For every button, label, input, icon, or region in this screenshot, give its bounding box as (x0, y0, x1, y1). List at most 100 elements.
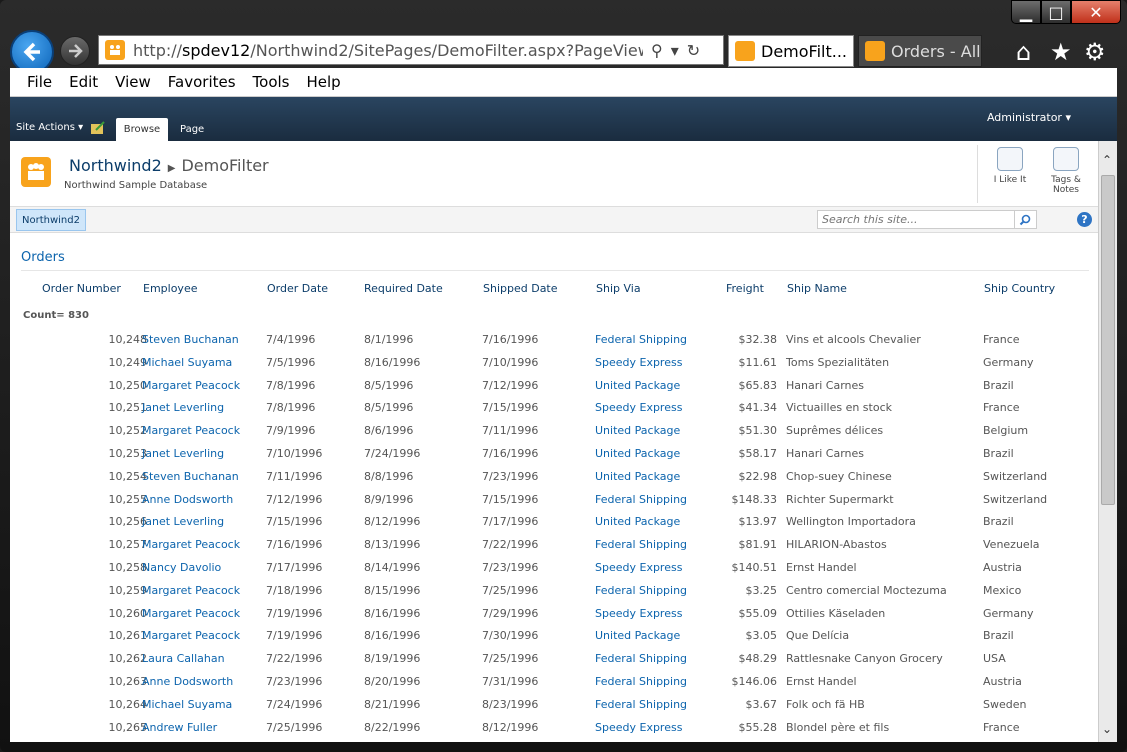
table-row[interactable]: 10,248 Steven Buchanan 7/4/1996 8/1/1996 7/1… (10, 333, 1098, 355)
table-row[interactable]: 10,255 Anne Dodsworth 7/12/1996 8/9/1996 7/1… (10, 493, 1098, 515)
table-row[interactable]: 10,261 Margaret Peacock 7/19/1996 8/16/1996… (10, 629, 1098, 651)
table-row[interactable]: 10,259 Margaret Peacock 7/18/1996 8/15/1996… (10, 584, 1098, 606)
table-row[interactable]: 10,263 Anne Dodsworth 7/23/1996 8/20/1996 7/… (10, 675, 1098, 697)
tags-notes-button[interactable]: Tags & Notes (1036, 147, 1096, 195)
menu-edit[interactable]: Edit (69, 73, 98, 91)
cell-ship-via[interactable]: United Package (595, 515, 680, 528)
search-icon[interactable]: ⚲ (651, 41, 663, 60)
user-menu[interactable]: Administrator ▾ (987, 111, 1071, 124)
i-like-it-button[interactable]: I Like It (980, 147, 1040, 185)
table-row[interactable]: 10,265 Andrew Fuller 7/25/1996 8/22/1996 8/1… (10, 721, 1098, 742)
cell-ship-via[interactable]: Federal Shipping (595, 538, 687, 551)
scroll-up-icon[interactable]: ⌃ (1102, 153, 1112, 167)
table-row[interactable]: 10,251 Janet Leverling 7/8/1996 8/5/1996 7/1… (10, 401, 1098, 423)
breadcrumb-site[interactable]: Northwind2 (69, 156, 162, 175)
cell-ship-via[interactable]: Speedy Express (595, 561, 682, 574)
table-row[interactable]: 10,260 Margaret Peacock 7/19/1996 8/16/1996… (10, 607, 1098, 629)
cell-employee[interactable]: Michael Suyama (142, 356, 232, 369)
table-row[interactable]: 10,256 Janet Leverling 7/15/1996 8/12/1996 7… (10, 515, 1098, 537)
address-url[interactable]: http://spdev12/Northwind2/SitePages/Demo… (133, 41, 643, 60)
table-row[interactable]: 10,253 Janet Leverling 7/10/1996 7/24/1996 7… (10, 447, 1098, 469)
cell-employee[interactable]: Margaret Peacock (142, 629, 240, 642)
menu-view[interactable]: View (115, 73, 151, 91)
cell-employee[interactable]: Margaret Peacock (142, 607, 240, 620)
refresh-icon[interactable]: ↻ (687, 41, 700, 60)
table-row[interactable]: 10,249 Michael Suyama 7/5/1996 8/16/1996 7/1… (10, 356, 1098, 378)
cell-employee[interactable]: Michael Suyama (142, 698, 232, 711)
cell-ship-via[interactable]: Federal Shipping (595, 493, 687, 506)
column-header-ship-name[interactable]: Ship Name (787, 282, 847, 295)
search-input[interactable] (818, 213, 1014, 226)
cell-employee[interactable]: Janet Leverling (142, 447, 224, 460)
cell-employee[interactable]: Anne Dodsworth (142, 675, 233, 688)
scroll-down-icon[interactable]: ⌄ (1102, 722, 1112, 736)
cell-ship-via[interactable]: Federal Shipping (595, 698, 687, 711)
tab-browse[interactable]: Browse (116, 118, 168, 141)
menu-file[interactable]: File (27, 73, 52, 91)
column-header-order-number[interactable]: Order Number (42, 282, 121, 295)
cell-ship-via[interactable]: Speedy Express (595, 607, 682, 620)
cell-ship-via[interactable]: United Package (595, 629, 680, 642)
minimize-button[interactable]: ▁ (1011, 0, 1041, 24)
table-row[interactable]: 10,262 Laura Callahan 7/22/1996 8/19/1996 7/… (10, 652, 1098, 674)
table-row[interactable]: 10,254 Steven Buchanan 7/11/1996 8/8/1996 7/… (10, 470, 1098, 492)
cell-ship-via[interactable]: United Package (595, 424, 680, 437)
list-title[interactable]: Orders (21, 250, 65, 265)
table-row[interactable]: 10,264 Michael Suyama 7/24/1996 8/21/1996 8/… (10, 698, 1098, 720)
help-icon[interactable]: ? (1077, 212, 1092, 227)
cell-ship-via[interactable]: United Package (595, 379, 680, 392)
forward-button[interactable] (60, 36, 90, 66)
column-header-employee[interactable]: Employee (143, 282, 197, 295)
cell-ship-via[interactable]: Federal Shipping (595, 333, 687, 346)
site-actions-menu[interactable]: Site Actions ▾ (16, 122, 83, 133)
menu-tools[interactable]: Tools (253, 73, 290, 91)
cell-employee[interactable]: Steven Buchanan (142, 333, 239, 346)
address-bar[interactable]: http://spdev12/Northwind2/SitePages/Demo… (98, 35, 724, 65)
cell-ship-via[interactable]: Speedy Express (595, 721, 682, 734)
cell-ship-via[interactable]: Federal Shipping (595, 584, 687, 597)
cell-ship-via[interactable]: Federal Shipping (595, 675, 687, 688)
tab-orders[interactable]: Orders - All ... (858, 35, 982, 67)
table-row[interactable]: 10,250 Margaret Peacock 7/8/1996 8/5/1996 7/… (10, 379, 1098, 401)
column-header-order-date[interactable]: Order Date (267, 282, 328, 295)
cell-employee[interactable]: Janet Leverling (142, 401, 224, 414)
cell-ship-via[interactable]: Federal Shipping (595, 652, 687, 665)
vertical-scrollbar[interactable]: ⌃ ⌄ (1098, 141, 1117, 742)
edit-page-icon[interactable] (90, 121, 106, 135)
gear-icon[interactable]: ⚙ (1084, 38, 1106, 66)
cell-employee[interactable]: Steven Buchanan (142, 470, 239, 483)
cell-employee[interactable]: Margaret Peacock (142, 584, 240, 597)
cell-ship-via[interactable]: United Package (595, 447, 680, 460)
table-row[interactable]: 10,258 Nancy Davolio 7/17/1996 8/14/1996 7/2… (10, 561, 1098, 583)
cell-ship-via[interactable]: United Package (595, 470, 680, 483)
table-row[interactable]: 10,257 Margaret Peacock 7/16/1996 8/13/1996… (10, 538, 1098, 560)
tab-demofilter[interactable]: DemoFilt... ✕ (728, 35, 854, 67)
column-header-shipped-date[interactable]: Shipped Date (483, 282, 558, 295)
cell-employee[interactable]: Anne Dodsworth (142, 493, 233, 506)
column-header-required-date[interactable]: Required Date (364, 282, 443, 295)
column-header-ship-via[interactable]: Ship Via (596, 282, 641, 295)
cell-employee[interactable]: Margaret Peacock (142, 379, 240, 392)
cell-ship-via[interactable]: Speedy Express (595, 356, 682, 369)
nav-item-northwind2[interactable]: Northwind2 (16, 209, 86, 231)
scrollbar-thumb[interactable] (1101, 175, 1115, 505)
column-header-ship-country[interactable]: Ship Country (984, 282, 1055, 295)
dropdown-icon[interactable]: ▾ (671, 41, 679, 60)
close-button[interactable]: ✕ (1071, 0, 1121, 24)
cell-employee[interactable]: Margaret Peacock (142, 424, 240, 437)
menu-favorites[interactable]: Favorites (168, 73, 236, 91)
site-logo[interactable] (21, 157, 51, 187)
favorites-star-icon[interactable]: ★ (1050, 38, 1072, 66)
tab-page[interactable]: Page (180, 124, 204, 135)
column-header-freight[interactable]: Freight (726, 282, 764, 295)
cell-employee[interactable]: Andrew Fuller (142, 721, 217, 734)
table-row[interactable]: 10,252 Margaret Peacock 7/9/1996 8/6/1996 7/… (10, 424, 1098, 446)
close-tab-icon[interactable]: ✕ (851, 42, 853, 61)
cell-employee[interactable]: Nancy Davolio (142, 561, 221, 574)
home-icon[interactable]: ⌂ (1016, 38, 1031, 66)
cell-employee[interactable]: Janet Leverling (142, 515, 224, 528)
cell-employee[interactable]: Margaret Peacock (142, 538, 240, 551)
cell-ship-via[interactable]: Speedy Express (595, 401, 682, 414)
search-button[interactable] (1014, 211, 1034, 228)
maximize-button[interactable]: □ (1041, 0, 1071, 24)
